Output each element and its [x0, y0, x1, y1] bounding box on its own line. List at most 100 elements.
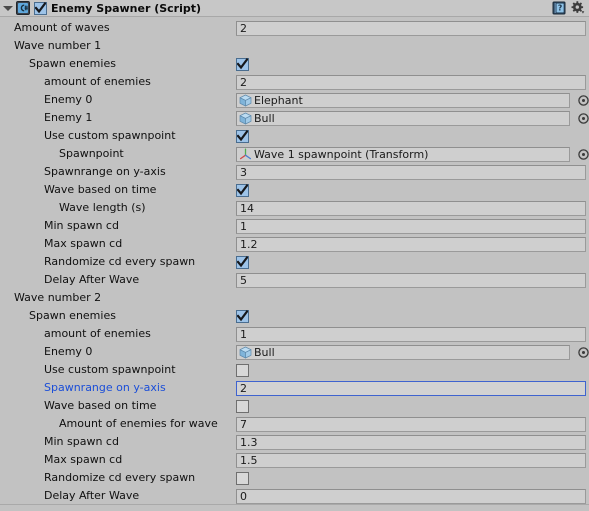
- property-field: 3: [236, 163, 586, 181]
- property-label: Wave number 1: [14, 39, 102, 52]
- object-reference-field[interactable]: Elephant: [236, 92, 570, 108]
- property-label: Amount of enemies for wave: [59, 417, 218, 430]
- property-row: Min spawn cd 1.3: [0, 433, 589, 451]
- property-row: Spawnrange on y-axis 2: [0, 379, 589, 397]
- component-enabled-checkbox[interactable]: [34, 1, 47, 15]
- checkmark-icon: [237, 183, 248, 195]
- property-row: Wave number 1: [0, 37, 589, 55]
- toggle-checkbox[interactable]: [236, 363, 249, 377]
- number-input[interactable]: 1.5: [236, 452, 586, 468]
- number-input[interactable]: 2: [236, 20, 586, 36]
- property-label: amount of enemies: [44, 327, 151, 340]
- object-reference-field[interactable]: Bull: [236, 344, 570, 360]
- property-field: 14: [236, 199, 586, 217]
- property-label: Max spawn cd: [44, 453, 123, 466]
- number-input[interactable]: 3: [236, 164, 586, 180]
- property-field: [236, 397, 249, 415]
- object-picker-icon[interactable]: [577, 94, 589, 107]
- number-input[interactable]: 0: [236, 488, 586, 504]
- property-field: 2: [236, 379, 586, 397]
- checkmark-icon: [35, 1, 46, 13]
- checkmark-icon: [237, 57, 248, 69]
- property-label: Amount of waves: [14, 21, 110, 34]
- panel-divider: [0, 504, 589, 505]
- property-label: amount of enemies: [44, 75, 151, 88]
- object-reference-field[interactable]: Bull: [236, 110, 570, 126]
- foldout-triangle-icon[interactable]: [3, 5, 13, 11]
- property-field: [236, 181, 249, 199]
- number-input[interactable]: 2: [236, 74, 586, 90]
- property-label: Wave number 2: [14, 291, 102, 304]
- property-field: 5: [236, 271, 586, 289]
- number-input[interactable]: 14: [236, 200, 586, 216]
- property-label: Spawn enemies: [29, 309, 116, 322]
- object-reference-name: Elephant: [254, 93, 303, 107]
- checkmark-icon: [237, 129, 248, 141]
- property-label: Delay After Wave: [44, 489, 140, 502]
- number-input[interactable]: 7: [236, 416, 586, 432]
- toggle-checkbox[interactable]: [236, 399, 249, 413]
- property-row: Delay After Wave 0: [0, 487, 589, 505]
- component-header[interactable]: Enemy Spawner (Script) ?: [0, 0, 589, 17]
- svg-text:?: ?: [558, 4, 562, 13]
- number-input[interactable]: 1: [236, 218, 586, 234]
- checkmark-icon: [237, 255, 248, 267]
- property-field: [236, 127, 249, 145]
- property-row: Spawnpoint Wave 1 spawnpoint (Transform): [0, 145, 589, 163]
- object-reference-name: Wave 1 spawnpoint (Transform): [254, 147, 429, 161]
- property-label: Min spawn cd: [44, 219, 119, 232]
- property-field: Elephant: [236, 91, 589, 109]
- number-input[interactable]: 1.2: [236, 236, 586, 252]
- property-label: Randomize cd every spawn: [44, 471, 196, 484]
- property-rows: Amount of waves 2 Wave number 1 Spawn enemi…: [0, 17, 589, 505]
- property-field: [236, 55, 249, 73]
- inspector-panel: Enemy Spawner (Script) ? Amount of waves…: [0, 0, 589, 511]
- property-label: Spawnrange on y-axis: [44, 381, 166, 394]
- property-row: Enemy 0 Bull: [0, 343, 589, 361]
- object-reference-name: Bull: [254, 345, 275, 359]
- object-picker-icon[interactable]: [577, 346, 589, 359]
- property-row: Min spawn cd 1: [0, 217, 589, 235]
- property-field: [236, 469, 249, 487]
- property-row: Enemy 1 Bull: [0, 109, 589, 127]
- property-row: Spawn enemies: [0, 55, 589, 73]
- property-field: 0: [236, 487, 586, 505]
- help-book-icon[interactable]: ?: [552, 1, 566, 15]
- property-row: amount of enemies 1: [0, 325, 589, 343]
- property-label: Wave based on time: [44, 399, 157, 412]
- number-input[interactable]: 1.3: [236, 434, 586, 450]
- property-label: Use custom spawnpoint: [44, 363, 176, 376]
- toggle-checkbox[interactable]: [236, 183, 249, 197]
- object-picker-icon[interactable]: [577, 148, 589, 161]
- prefab-cube-icon: [239, 346, 252, 359]
- number-input[interactable]: 5: [236, 272, 586, 288]
- toggle-checkbox[interactable]: [236, 471, 249, 485]
- property-row: Wave based on time: [0, 397, 589, 415]
- toggle-checkbox[interactable]: [236, 129, 249, 143]
- property-label: Wave based on time: [44, 183, 157, 196]
- object-picker-icon[interactable]: [577, 112, 589, 125]
- toggle-checkbox[interactable]: [236, 255, 249, 269]
- property-field: Bull: [236, 343, 589, 361]
- number-input[interactable]: 2: [236, 380, 586, 396]
- property-row: Amount of waves 2: [0, 19, 589, 37]
- property-label: Spawnpoint: [59, 147, 124, 160]
- number-input[interactable]: 1: [236, 326, 586, 342]
- toggle-checkbox[interactable]: [236, 309, 249, 323]
- property-row: Amount of enemies for wave 7: [0, 415, 589, 433]
- property-field: 1: [236, 325, 586, 343]
- object-reference-name: Bull: [254, 111, 275, 125]
- prefab-cube-icon: [239, 112, 252, 125]
- property-row: Use custom spawnpoint: [0, 361, 589, 379]
- property-label: Min spawn cd: [44, 435, 119, 448]
- toggle-checkbox[interactable]: [236, 57, 249, 71]
- property-field: 1.2: [236, 235, 586, 253]
- property-row: Spawn enemies: [0, 307, 589, 325]
- property-row: Spawnrange on y-axis 3: [0, 163, 589, 181]
- component-title: Enemy Spawner (Script): [51, 1, 202, 15]
- object-reference-field[interactable]: Wave 1 spawnpoint (Transform): [236, 146, 570, 162]
- property-row: Wave length (s) 14: [0, 199, 589, 217]
- property-label: Use custom spawnpoint: [44, 129, 176, 142]
- transform-axis-icon: [239, 148, 252, 161]
- gear-icon[interactable]: [571, 1, 585, 15]
